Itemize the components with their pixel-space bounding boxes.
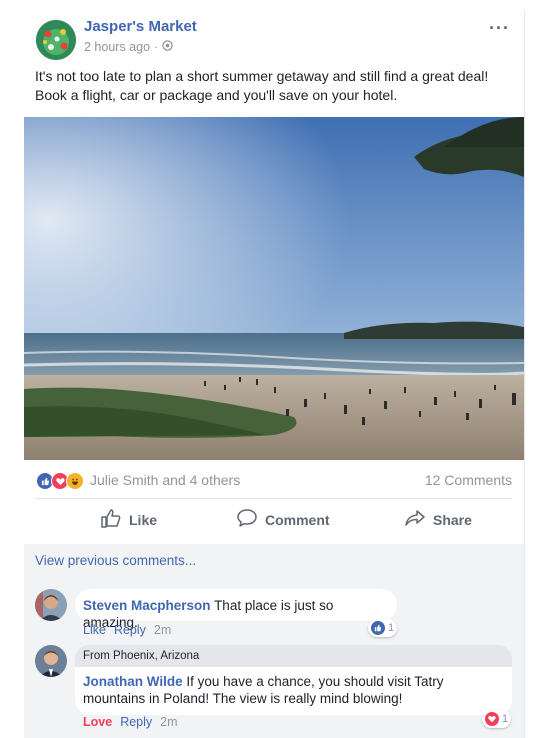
haha-icon — [66, 472, 84, 490]
comment-love-link[interactable]: Love — [83, 715, 112, 729]
comment-bubble: Jonathan Wilde If you have a chance, you… — [75, 667, 512, 715]
comment-actions: Love Reply 2m — [83, 715, 178, 729]
reaction-count-text: 1 — [388, 622, 395, 634]
share-button[interactable]: Share — [404, 508, 472, 531]
avatar[interactable] — [35, 589, 67, 621]
divider — [36, 498, 512, 499]
comment-bubble: Steven Macpherson That place is just so … — [75, 589, 397, 630]
thumbs-up-icon — [100, 508, 122, 531]
location-label: From Phoenix, Arizona — [75, 645, 512, 667]
reactions-bar: Julie Smith and 4 others 12 Comments — [24, 466, 524, 496]
post-actions: Like Comment Share — [24, 502, 524, 538]
more-options-button[interactable]: ··· — [489, 18, 510, 39]
comment-author-link[interactable]: Steven Macpherson — [83, 598, 211, 613]
like-icon — [371, 621, 385, 635]
comment-reply-link[interactable]: Reply — [114, 623, 146, 637]
post-card: Jasper's Market 2 hours ago · ··· It's n… — [24, 10, 524, 738]
comment-actions: Like Reply 2m — [83, 623, 171, 637]
comment-reply-link[interactable]: Reply — [120, 715, 152, 729]
comments-section: View previous comments... Steven Macpher… — [24, 544, 524, 738]
avatar[interactable] — [35, 645, 67, 677]
globe-icon — [162, 40, 173, 54]
comment-author-link[interactable]: Jonathan Wilde — [83, 674, 183, 689]
like-button[interactable]: Like — [100, 508, 157, 531]
comment-reaction-count[interactable]: 1 — [482, 710, 512, 728]
post-photo[interactable] — [24, 117, 524, 460]
reaction-count-text: 1 — [502, 713, 509, 725]
speech-bubble-icon — [236, 508, 258, 531]
post-text: It's not too late to plan a short summer… — [35, 68, 489, 103]
page-avatar[interactable] — [36, 20, 76, 60]
comment-label: Comment — [265, 511, 330, 528]
share-label: Share — [433, 511, 472, 528]
view-previous-comments-link[interactable]: View previous comments... — [35, 553, 196, 568]
comment-reaction-count[interactable]: 1 — [368, 619, 398, 637]
like-label: Like — [129, 511, 158, 528]
comment-time: 2m — [160, 715, 178, 729]
post-meta: 2 hours ago · — [84, 40, 173, 54]
share-arrow-icon — [404, 508, 426, 531]
page-name-link[interactable]: Jasper's Market — [84, 18, 197, 35]
meta-separator: · — [154, 40, 159, 54]
comment-like-link[interactable]: Like — [83, 623, 106, 637]
love-icon — [485, 712, 499, 726]
reaction-names[interactable]: Julie Smith and 4 others — [90, 472, 240, 488]
comment-count[interactable]: 12 Comments — [425, 472, 512, 488]
divider — [524, 10, 525, 738]
comment-time: 2m — [153, 623, 172, 637]
post-time[interactable]: 2 hours ago — [84, 40, 150, 54]
comment-button[interactable]: Comment — [236, 508, 330, 531]
reaction-icons[interactable] — [36, 472, 84, 490]
